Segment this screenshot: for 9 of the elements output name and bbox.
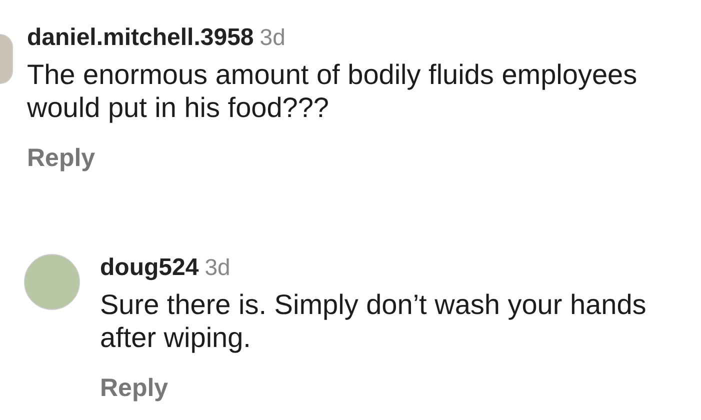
username[interactable]: doug524 — [100, 254, 199, 282]
reply-button[interactable]: Reply — [100, 374, 168, 403]
reply-button[interactable]: Reply — [27, 144, 96, 173]
comment-text: The enormous amount of bodily fluids employees would put in his food??? — [27, 58, 638, 124]
avatar[interactable] — [0, 34, 13, 84]
username[interactable]: daniel.mitchell.3958 — [27, 24, 254, 52]
comment-time: 3d — [260, 24, 286, 51]
comment-time: 3d — [204, 254, 230, 281]
comment-text: Sure there is. Simply don’t wash your hands after wiping. — [100, 288, 648, 354]
